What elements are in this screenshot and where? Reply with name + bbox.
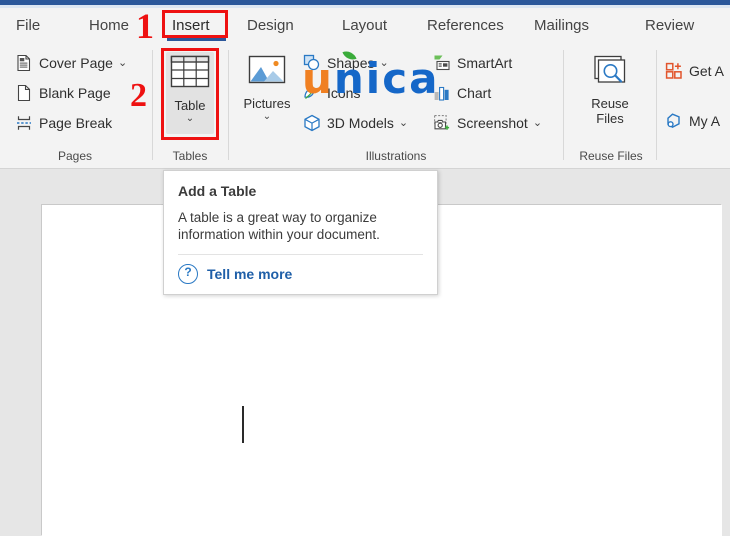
ribbon-command-cover-page[interactable]: Cover Page ⌄	[14, 50, 127, 76]
tab-review[interactable]: Review	[641, 14, 698, 38]
screentip-help-row[interactable]: ? Tell me more	[178, 264, 423, 284]
tell-me-more-link[interactable]: Tell me more	[207, 266, 292, 282]
active-tab-underline	[167, 38, 226, 41]
ribbon-command-icons[interactable]: Icons	[302, 80, 360, 106]
ribbon-command-chart[interactable]: Chart	[432, 80, 491, 106]
cover-page-label: Cover Page	[39, 53, 113, 73]
group-separator-tables	[228, 50, 229, 160]
word-window: File Home Insert Design Layout Reference…	[0, 0, 730, 536]
reuse-files-label-line1: Reuse	[578, 96, 642, 111]
chart-icon	[432, 83, 452, 103]
pictures-label: Pictures	[236, 96, 298, 111]
cover-page-icon	[14, 53, 34, 73]
help-question-icon: ?	[178, 264, 198, 284]
tab-file[interactable]: File	[12, 14, 44, 38]
ribbon-tab-strip: File Home Insert Design Layout Reference…	[0, 8, 730, 44]
shapes-chevron-down-icon[interactable]: ⌄	[379, 53, 388, 73]
pictures-button[interactable]: Pictures ⌄	[236, 53, 298, 122]
ribbon-command-screenshot[interactable]: Screenshot ⌄	[432, 110, 542, 136]
reuse-files-label-line2: Files	[578, 111, 642, 126]
blank-page-icon	[14, 83, 34, 103]
3d-models-chevron-down-icon[interactable]: ⌄	[399, 113, 408, 133]
ribbon-command-shapes[interactable]: Shapes ⌄	[302, 50, 389, 76]
text-cursor-caret	[242, 406, 244, 443]
screentip-body: A table is a great way to organize infor…	[178, 209, 423, 243]
cover-page-chevron-down-icon[interactable]: ⌄	[118, 53, 127, 73]
ribbon-command-3d-models[interactable]: 3D Models ⌄	[302, 110, 408, 136]
icons-icon	[302, 83, 322, 103]
table-chevron-down-icon[interactable]: ⌄	[161, 113, 219, 124]
group-label-illustrations: Illustrations	[350, 149, 442, 163]
screentip-divider	[178, 254, 423, 255]
annotation-number-1: 1	[136, 8, 154, 44]
group-label-pages: Pages	[35, 149, 115, 163]
page-break-icon	[14, 113, 34, 133]
screenshot-label: Screenshot	[457, 113, 528, 133]
tab-references[interactable]: References	[423, 14, 508, 38]
blank-page-label: Blank Page	[39, 83, 111, 103]
group-separator-illustrations	[563, 50, 564, 160]
table-screentip: Add a Table A table is a great way to or…	[163, 170, 438, 295]
tab-home[interactable]: Home	[85, 14, 133, 38]
3d-models-label: 3D Models	[327, 113, 394, 133]
smartart-label: SmartArt	[457, 53, 512, 73]
screenshot-chevron-down-icon[interactable]: ⌄	[533, 113, 542, 133]
shapes-label: Shapes	[327, 53, 374, 73]
tab-design[interactable]: Design	[243, 14, 298, 38]
get-addins-label: Get A	[689, 61, 724, 81]
ribbon-command-blank-page[interactable]: Blank Page	[14, 80, 111, 106]
pictures-chevron-down-icon[interactable]: ⌄	[236, 111, 298, 122]
tab-mailings[interactable]: Mailings	[530, 14, 593, 38]
group-separator-pages	[152, 50, 153, 160]
screenshot-icon	[432, 113, 452, 133]
pictures-icon	[236, 53, 298, 94]
icons-label: Icons	[327, 83, 360, 103]
my-addins-label: My A	[689, 111, 720, 131]
group-label-reuse-files: Reuse Files	[570, 149, 652, 163]
ribbon-command-smartart[interactable]: SmartArt	[432, 50, 512, 76]
ribbon-command-my-addins[interactable]: My A	[664, 108, 720, 134]
table-button-label: Table	[161, 98, 219, 113]
ribbon-command-get-addins[interactable]: Get A	[664, 58, 724, 84]
reuse-files-icon	[578, 53, 642, 94]
reuse-files-button[interactable]: Reuse Files	[578, 53, 642, 126]
get-addins-icon	[664, 61, 684, 81]
group-separator-reuse-files	[656, 50, 657, 160]
annotation-number-2: 2	[130, 79, 147, 113]
screentip-title: Add a Table	[178, 183, 423, 199]
my-addins-icon	[664, 111, 684, 131]
shapes-icon	[302, 53, 322, 73]
group-label-tables: Tables	[150, 149, 230, 163]
page-break-label: Page Break	[39, 113, 112, 133]
tab-insert[interactable]: Insert	[168, 14, 214, 38]
smartart-icon	[432, 53, 452, 73]
table-button[interactable]: Table ⌄	[161, 53, 219, 124]
3d-models-icon	[302, 113, 322, 133]
table-grid-icon	[161, 53, 219, 96]
ribbon-command-page-break[interactable]: Page Break	[14, 110, 112, 136]
chart-label: Chart	[457, 83, 491, 103]
tab-layout[interactable]: Layout	[338, 14, 391, 38]
